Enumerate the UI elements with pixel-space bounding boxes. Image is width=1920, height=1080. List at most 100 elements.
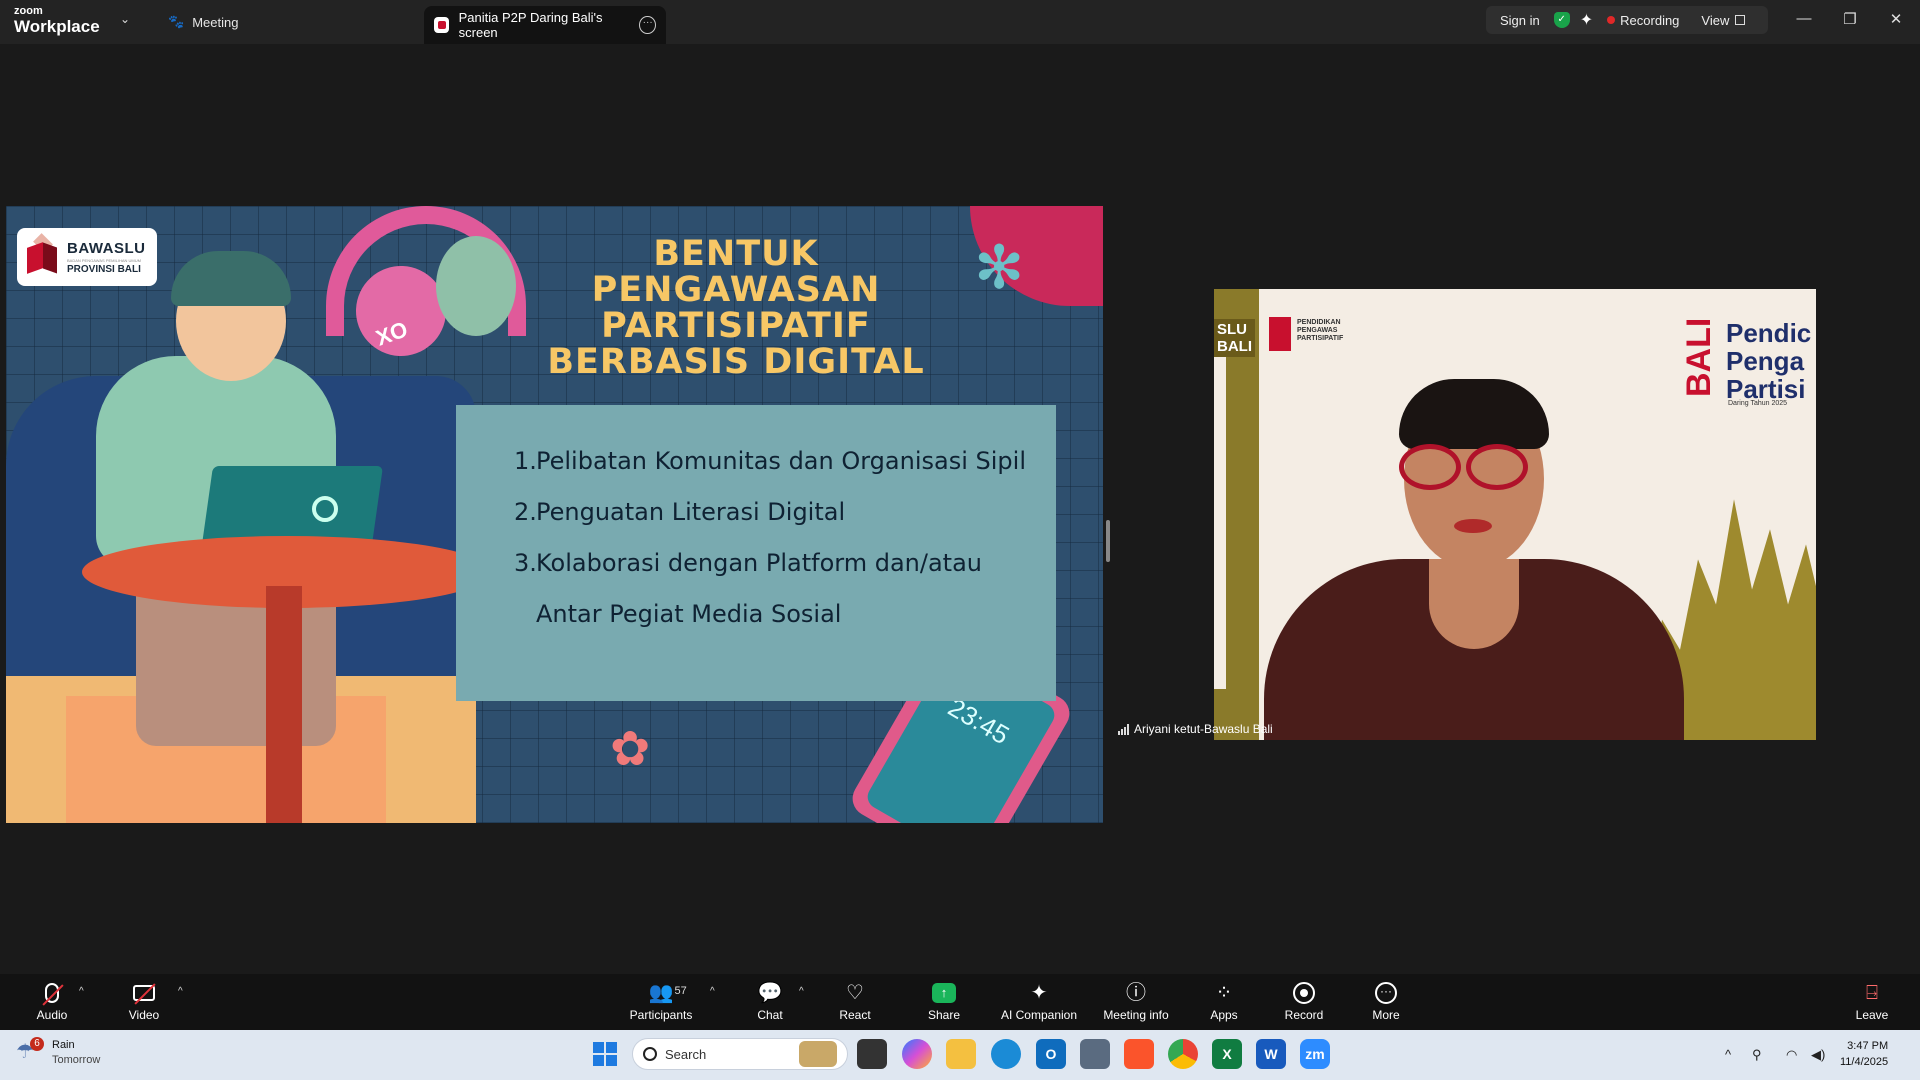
react-button[interactable]: ♡ React xyxy=(835,980,875,1026)
shield-check-icon[interactable]: ✓ xyxy=(1553,12,1570,28)
view-label: View xyxy=(1701,12,1730,28)
edge-icon[interactable] xyxy=(991,1039,1021,1069)
video-options-caret[interactable]: ^ xyxy=(178,986,183,997)
chevron-down-icon[interactable]: ⌄ xyxy=(120,12,136,28)
video-bg-daring: Daring Tahun 2025 xyxy=(1728,400,1788,407)
file-explorer-icon[interactable] xyxy=(946,1039,976,1069)
leave-label: Leave xyxy=(1855,1008,1889,1022)
brave-icon[interactable] xyxy=(1124,1039,1154,1069)
more-label: More xyxy=(1372,1008,1400,1022)
taskbar-search[interactable]: Search xyxy=(632,1038,848,1070)
copilot-icon[interactable] xyxy=(902,1039,932,1069)
camera-off-icon xyxy=(133,983,156,1005)
chat-icon: 💬 xyxy=(757,982,783,1004)
ai-sparkle-icon: ✦ xyxy=(1030,982,1048,1004)
share-label: Share xyxy=(927,1008,961,1022)
participant-name-tag: Ariyani ketut-Bawaslu Bali xyxy=(1118,722,1273,736)
windows-start-icon[interactable] xyxy=(590,1039,620,1069)
record-label: Record xyxy=(1284,1008,1324,1022)
list-item-text: Penguatan Literasi Digital xyxy=(536,498,846,526)
signal-strength-icon xyxy=(1118,723,1129,735)
leave-icon: ⍈ xyxy=(1866,982,1878,1004)
panel-resize-handle[interactable] xyxy=(1106,520,1110,562)
weather-badge: 6 xyxy=(30,1037,44,1051)
tab-meeting[interactable]: 🐾 Meeting xyxy=(168,9,238,35)
info-icon: ⓘ xyxy=(1126,982,1146,1004)
list-item-number: 1. xyxy=(514,447,537,475)
video-button[interactable]: Video xyxy=(124,980,164,1026)
more-options-icon[interactable]: ··· xyxy=(639,16,656,34)
ai-companion-button[interactable]: ✦ AI Companion xyxy=(998,980,1080,1026)
zoom-workplace-logo: zoom Workplace xyxy=(14,6,114,38)
view-layout-icon xyxy=(1735,15,1746,25)
close-button[interactable]: ✕ xyxy=(1884,10,1908,28)
chat-options-caret[interactable]: ^ xyxy=(799,986,804,997)
participant-person xyxy=(1244,379,1714,740)
logo-region: PROVINSI BALI xyxy=(67,263,141,275)
laptop-logo-icon xyxy=(312,496,338,522)
audio-button[interactable]: Audio xyxy=(32,980,72,1026)
network-status-icon[interactable]: ⚲ xyxy=(1752,1047,1762,1063)
slide-content-box: 1. Pelibatan Komunitas dan Organisasi Si… xyxy=(456,405,1056,701)
rain-icon: ☂ 6 xyxy=(16,1037,44,1067)
apps-button[interactable]: ⁘ Apps xyxy=(1204,980,1244,1026)
bawaslu-logo: BAWASLU BADAN PENGAWAS PEMILIHAN UMUM PR… xyxy=(17,228,157,286)
tab-screen-share[interactable]: Panitia P2P Daring Bali's screen ··· xyxy=(424,6,666,44)
app-icon[interactable] xyxy=(1080,1039,1110,1069)
video-bg-stripe xyxy=(1214,339,1226,689)
weather-widget[interactable]: ☂ 6 Rain Tomorrow xyxy=(16,1037,100,1068)
minimize-button[interactable]: — xyxy=(1792,10,1816,27)
more-icon: ··· xyxy=(1375,982,1397,1004)
taskbar-clock[interactable]: 3:47 PM 11/4/2025 xyxy=(1840,1038,1888,1070)
recording-dot-icon xyxy=(1607,16,1616,24)
word-icon[interactable]: W xyxy=(1256,1039,1286,1069)
brand-bottom: Workplace xyxy=(14,17,100,36)
apps-icon: ⁘ xyxy=(1215,982,1233,1004)
audio-options-caret[interactable]: ^ xyxy=(79,986,84,997)
search-placeholder: Search xyxy=(665,1046,707,1062)
meeting-info-button[interactable]: ⓘ Meeting info xyxy=(1100,980,1172,1026)
clock-time: 3:47 PM xyxy=(1847,1040,1889,1052)
participants-options-caret[interactable]: ^ xyxy=(710,986,715,997)
show-hidden-icons-icon[interactable]: ^ xyxy=(1725,1047,1731,1062)
participants-label: Participants xyxy=(629,1008,693,1022)
participant-video[interactable]: SLU BALI PENDIDIKAN PENGAWAS PARTISIPATI… xyxy=(1214,289,1816,740)
more-button[interactable]: ··· More xyxy=(1366,980,1406,1026)
shared-slide: XO ✻ ✿ 23:45 BAWASLU BADAN PENGAWAS PEMI… xyxy=(6,206,1103,823)
bawaslu-emblem-icon xyxy=(25,233,61,277)
recording-indicator[interactable]: Recording xyxy=(1620,13,1679,28)
video-bg-logo xyxy=(1269,317,1291,351)
chrome-icon[interactable] xyxy=(1168,1039,1198,1069)
record-button[interactable]: Record xyxy=(1283,980,1325,1026)
outlook-icon[interactable]: O xyxy=(1036,1039,1066,1069)
slide-title-line: PENGAWASAN xyxy=(591,270,881,310)
meeting-info-label: Meeting info xyxy=(1103,1008,1169,1022)
ai-sparkle-icon[interactable]: ✦ xyxy=(1580,10,1593,30)
paw-icon: 🐾 xyxy=(168,14,185,29)
participants-button[interactable]: 👥 57 Participants xyxy=(628,980,694,1026)
zoom-icon[interactable]: zm xyxy=(1300,1039,1330,1069)
video-bg-bali: BALI xyxy=(1680,317,1718,397)
tab-meeting-label: Meeting xyxy=(192,14,239,30)
excel-icon[interactable]: X xyxy=(1212,1039,1242,1069)
restore-button[interactable]: ❐ xyxy=(1838,10,1862,28)
heart-icon: ♡ xyxy=(846,982,864,1004)
video-bg-small-text: PENDIDIKAN PENGAWAS PARTISIPATIF xyxy=(1297,319,1344,342)
task-view-icon[interactable] xyxy=(857,1039,887,1069)
slide-title: BENTUK PENGAWASAN PARTISIPATIF BERBASIS … xyxy=(516,236,956,380)
leave-button[interactable]: ⍈ Leave xyxy=(1852,980,1892,1026)
video-bg-headline-line: Pendic xyxy=(1726,318,1812,348)
teal-flower-icon: ✻ xyxy=(974,234,1025,301)
meeting-status-pill: Sign in ✓ ✦ Recording View xyxy=(1486,6,1768,34)
slide-title-line: PARTISIPATIF xyxy=(601,306,871,346)
view-button[interactable]: View xyxy=(1701,12,1746,28)
volume-icon[interactable]: ◀) xyxy=(1811,1047,1825,1063)
search-highlight-image xyxy=(799,1041,837,1067)
coral-flower-icon: ✿ xyxy=(610,723,651,776)
slide-title-line: BENTUK xyxy=(653,234,819,274)
audio-label: Audio xyxy=(36,1008,68,1022)
share-button[interactable]: ↑ Share xyxy=(924,980,964,1026)
sign-in-button[interactable]: Sign in xyxy=(1486,13,1554,28)
chat-button[interactable]: 💬 Chat xyxy=(750,980,790,1026)
wifi-icon[interactable]: ◠ xyxy=(1786,1047,1797,1063)
